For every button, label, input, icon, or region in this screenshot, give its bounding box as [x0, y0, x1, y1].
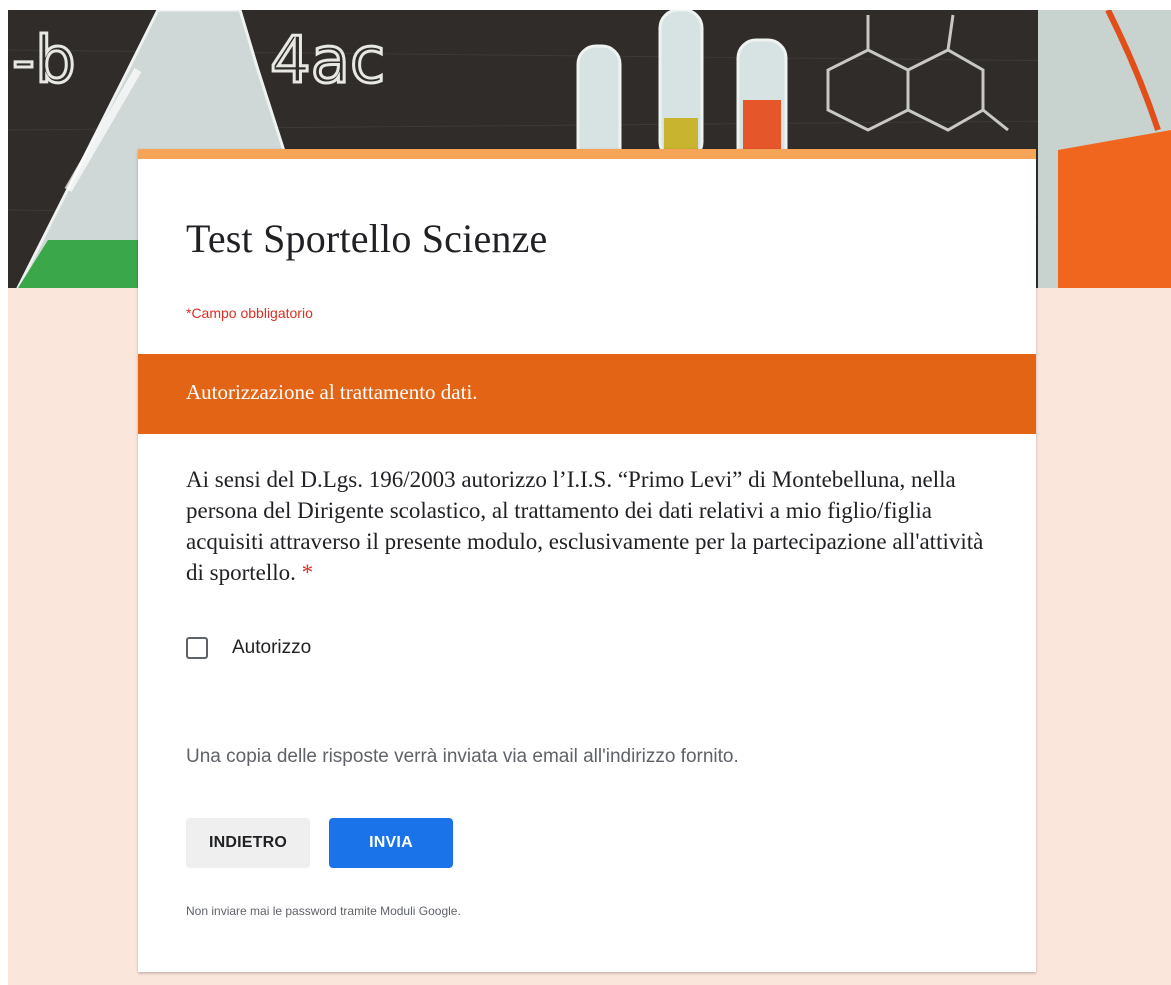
- submit-button[interactable]: INVIA: [329, 818, 453, 868]
- left-frame: [0, 0, 8, 985]
- checkbox-icon[interactable]: [186, 637, 208, 659]
- top-frame: [0, 0, 1171, 10]
- email-copy-note: Una copia delle risposte verrà inviata v…: [186, 746, 739, 767]
- checkbox-option-autorizzo[interactable]: Autorizzo: [186, 637, 311, 659]
- form-title: Test Sportello Scienze: [186, 216, 548, 261]
- section-header: Autorizzazione al trattamento dati.: [138, 354, 1036, 434]
- chalk-formula-mid: 4ac: [270, 24, 385, 98]
- checkbox-label: Autorizzo: [232, 637, 312, 658]
- back-button[interactable]: INDIETRO: [186, 818, 310, 868]
- required-field-note: *Campo obbligatorio: [186, 305, 313, 321]
- question-text: Ai sensi del D.Lgs. 196/2003 autorizzo l…: [186, 464, 996, 588]
- beaker-icon: [1038, 10, 1171, 288]
- password-warning-note: Non inviare mai le password tramite Modu…: [186, 904, 461, 918]
- card-accent-bar: [138, 149, 1036, 159]
- form-card: Test Sportello Scienze *Campo obbligator…: [138, 149, 1036, 972]
- required-asterisk: *: [301, 560, 314, 585]
- section-title: Autorizzazione al trattamento dati.: [186, 380, 478, 404]
- chalk-formula-left: -b: [12, 24, 76, 98]
